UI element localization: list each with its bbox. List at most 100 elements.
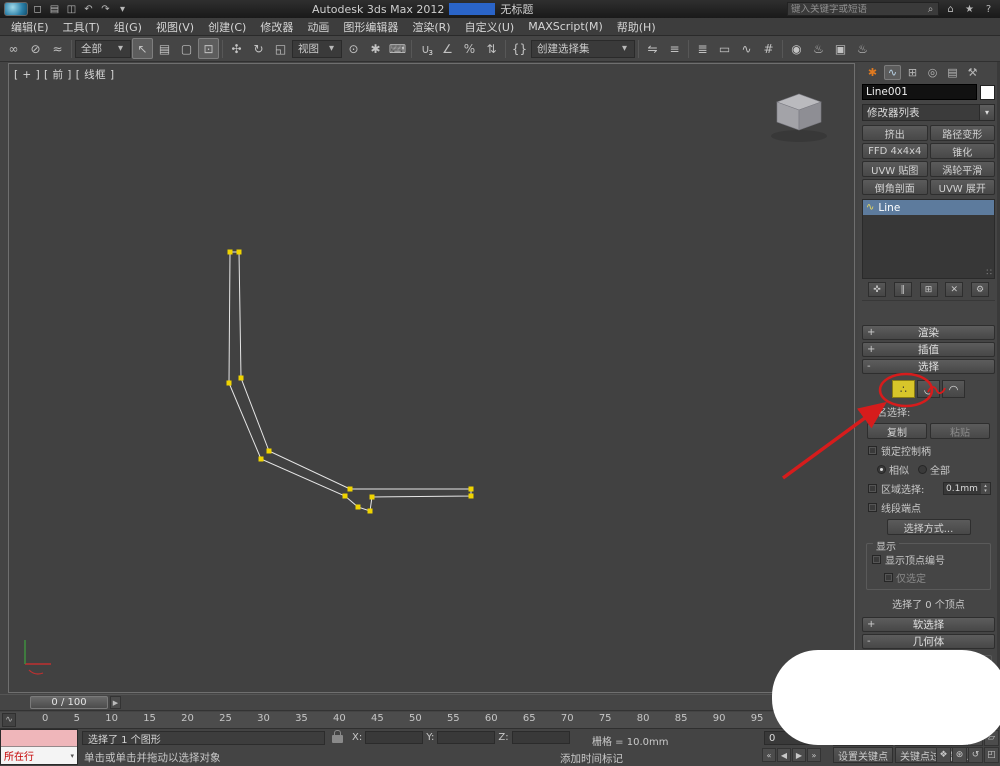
align-button[interactable]: ≡	[664, 38, 685, 59]
snap-toggle-3d[interactable]: ∪ 3	[415, 38, 436, 59]
help-icon[interactable]: ?	[981, 2, 996, 16]
hierarchy-tab-icon[interactable]: ⊞	[904, 65, 921, 80]
spline-subobject-button[interactable]: ◠	[942, 380, 965, 398]
modify-tab-icon[interactable]: ∿	[884, 64, 901, 80]
menu-item-group[interactable]: 组(G)	[107, 19, 149, 35]
object-color-swatch[interactable]	[980, 84, 995, 100]
alike-radio[interactable]	[877, 465, 886, 474]
play-button[interactable]: ▶	[792, 748, 806, 762]
chevron-down-icon[interactable]: ▾	[70, 752, 74, 760]
mirror-button[interactable]: ⇋	[642, 38, 663, 59]
favorites-icon[interactable]: ★	[962, 2, 977, 16]
area-selection-checkbox[interactable]: 区域选择: 0.1mm ▴ ▾	[863, 481, 994, 496]
schematic-view-button[interactable]: #	[758, 38, 779, 59]
remove-modifier-icon[interactable]: ✕	[945, 282, 964, 297]
communication-center-icon[interactable]: ⌂	[943, 2, 958, 16]
line001-spline-shape[interactable]	[228, 251, 472, 512]
layer-manager-button[interactable]: ≣	[692, 38, 713, 59]
select-and-scale-button[interactable]: ◱	[270, 38, 291, 59]
z-coordinate-field[interactable]	[511, 731, 570, 744]
selection-filter-dropdown[interactable]: 全部 ▾	[75, 39, 131, 58]
paste-button[interactable]: 粘贴	[930, 423, 990, 439]
stack-item-line[interactable]: ∿ Line	[863, 200, 994, 215]
menu-item-modifiers[interactable]: 修改器	[253, 19, 300, 35]
pan-icon[interactable]: ❖	[936, 747, 951, 763]
next-frame-button[interactable]: ▶	[110, 696, 121, 709]
edit-named-selection-sets-button[interactable]: {}	[509, 38, 530, 59]
rectangular-selection-region-button[interactable]: ▢	[176, 38, 197, 59]
render-setup-button[interactable]: ♨	[808, 38, 829, 59]
named-selection-sets-dropdown[interactable]: 创建选择集 ▾	[531, 39, 635, 58]
graphite-ribbon-toggle[interactable]: ▭	[714, 38, 735, 59]
redo-icon[interactable]: ↷	[98, 2, 113, 16]
render-production-button[interactable]: ♨	[852, 38, 873, 59]
show-vertex-numbers-checkbox[interactable]: 显示顶点编号	[870, 552, 987, 567]
select-and-move-button[interactable]: ✣	[226, 38, 247, 59]
menu-item-create[interactable]: 创建(C)	[201, 19, 253, 35]
bind-to-space-warp-icon[interactable]: ≈	[47, 38, 68, 59]
angle-snap-toggle[interactable]: ∠	[437, 38, 458, 59]
rollout-rendering[interactable]: + 渲染	[862, 325, 995, 340]
new-scene-icon[interactable]: ◻	[30, 2, 45, 16]
modifier-button-extrude[interactable]: 挤出	[862, 125, 928, 141]
macro-recorder-line[interactable]	[1, 730, 77, 747]
select-object-button[interactable]: ↖	[132, 38, 153, 59]
rollout-interpolation[interactable]: + 插值	[862, 342, 995, 357]
search-box[interactable]: ⌕	[787, 2, 939, 16]
select-and-rotate-button[interactable]: ↻	[248, 38, 269, 59]
quick-access-dropdown-icon[interactable]: ▾	[115, 2, 130, 16]
modifier-button-taper[interactable]: 锥化	[929, 143, 995, 159]
set-key-button[interactable]: 设置关键点	[833, 747, 893, 763]
track-bar[interactable]: 0 5 10 15 20 25 30 35 40 45 50 55 60 65 …	[0, 712, 856, 729]
select-by-name-button[interactable]: ▤	[154, 38, 175, 59]
all-radio[interactable]	[918, 465, 927, 474]
search-input[interactable]	[788, 3, 923, 15]
mini-curve-editor-toggle[interactable]: ∿	[2, 713, 16, 727]
vertex-subobject-button[interactable]: ∴	[892, 380, 915, 398]
rollout-soft-selection[interactable]: + 软选择	[862, 617, 995, 632]
modifier-list-dropdown[interactable]: 修改器列表 ▾	[862, 104, 995, 121]
percent-snap-toggle[interactable]: %	[459, 38, 480, 59]
x-coordinate-field[interactable]	[365, 731, 424, 744]
utilities-tab-icon[interactable]: ⚒	[964, 65, 981, 80]
modifier-button-path-deform[interactable]: 路径变形	[929, 125, 995, 141]
modifier-button-bevel-profile[interactable]: 倒角剖面	[862, 179, 928, 195]
viewcube[interactable]	[771, 93, 827, 142]
segment-end-checkbox[interactable]: 线段端点	[863, 500, 994, 515]
motion-tab-icon[interactable]: ◎	[924, 65, 941, 80]
spinner-arrows-icon[interactable]: ▴ ▾	[981, 483, 990, 494]
select-by-button[interactable]: 选择方式...	[886, 519, 971, 535]
rollout-geometry[interactable]: - 几何体	[862, 634, 995, 649]
undo-icon[interactable]: ↶	[81, 2, 96, 16]
app-logo[interactable]	[4, 2, 28, 16]
segment-subobject-button[interactable]: ◡	[917, 380, 940, 398]
save-file-icon[interactable]: ◫	[64, 2, 79, 16]
menu-item-maxscript[interactable]: MAXScript(M)	[521, 20, 610, 33]
handle-scope-radios[interactable]: 相似 全部	[863, 462, 994, 477]
viewport-label[interactable]: [ + ] [ 前 ] [ 线框 ]	[14, 67, 115, 82]
chevron-down-icon[interactable]: ▾	[979, 105, 994, 120]
use-pivot-point-button[interactable]: ⊙	[343, 38, 364, 59]
pin-stack-icon[interactable]: ✜	[868, 282, 886, 297]
select-and-manipulate-button[interactable]: ✱	[365, 38, 386, 59]
select-and-link-icon[interactable]: ∞	[3, 38, 24, 59]
rendered-frame-window-button[interactable]: ▣	[830, 38, 851, 59]
make-unique-icon[interactable]: ⊞	[919, 282, 938, 297]
reference-coordinate-dropdown[interactable]: 视图 ▾	[292, 39, 342, 58]
lock-handles-checkbox[interactable]: 锁定控制柄	[863, 443, 994, 458]
curve-editor-button[interactable]: ∿	[736, 38, 757, 59]
viewport-canvas[interactable]	[9, 64, 854, 692]
modifier-button-uvw-map[interactable]: UVW 贴图	[862, 161, 928, 177]
window-crossing-toggle[interactable]: ⊡	[198, 38, 219, 59]
keyboard-shortcut-override-toggle[interactable]: ⌨	[387, 38, 408, 59]
rollout-selection[interactable]: - 选择	[862, 359, 995, 374]
time-slider-handle[interactable]: 0 / 100	[30, 696, 108, 709]
modifier-button-unwrap-uvw[interactable]: UVW 展开	[929, 179, 995, 195]
menu-item-customize[interactable]: 自定义(U)	[458, 19, 522, 35]
menu-item-help[interactable]: 帮助(H)	[610, 19, 663, 35]
maxscript-mini-listener[interactable]: 所在行 ▾	[0, 729, 78, 765]
spin-down-icon[interactable]: ▾	[984, 488, 987, 494]
maximize-viewport-toggle[interactable]: ◰	[984, 747, 999, 763]
material-editor-button[interactable]: ◉	[786, 38, 807, 59]
add-time-tag[interactable]: 添加时间标记	[560, 751, 623, 766]
